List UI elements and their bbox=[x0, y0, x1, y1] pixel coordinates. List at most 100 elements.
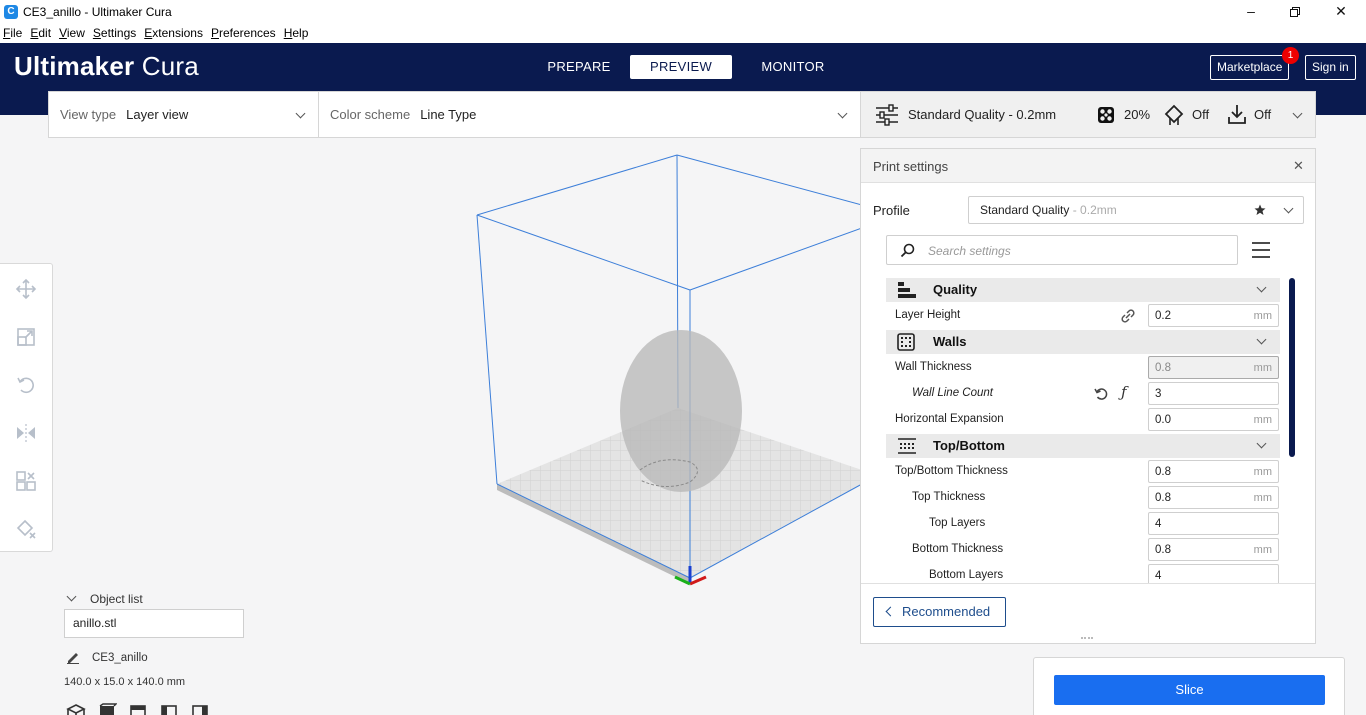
chevron-down-icon bbox=[837, 108, 848, 119]
top-layers-input[interactable]: 4 bbox=[1148, 512, 1279, 535]
top-bottom-thickness-input[interactable]: 0.8 mm bbox=[1148, 460, 1279, 483]
setting-top-bottom-thickness: Top/Bottom Thickness 0.8 mm bbox=[886, 459, 1280, 485]
color-scheme-value: Line Type bbox=[420, 107, 477, 122]
chevron-down-icon bbox=[1283, 203, 1294, 214]
horizontal-expansion-input[interactable]: 0.0 mm bbox=[1148, 408, 1279, 431]
support-value: Off bbox=[1192, 107, 1210, 122]
print-settings-panel: Print settings ✕ Profile Standard Qualit… bbox=[860, 148, 1316, 644]
chevron-left-icon bbox=[885, 606, 896, 617]
right-view-icon[interactable] bbox=[190, 703, 210, 715]
chevron-down-icon bbox=[295, 108, 306, 119]
maximize-button[interactable] bbox=[1272, 0, 1318, 23]
setting-wall-thickness: Wall Thickness 0.8 mm bbox=[886, 355, 1280, 381]
star-icon[interactable] bbox=[1254, 204, 1266, 216]
setting-layer-height: Layer Height 0.2 mm bbox=[886, 303, 1280, 329]
wall-line-count-input[interactable]: 3 bbox=[1148, 382, 1279, 405]
menu-bar: File Edit View Settings Extensions Prefe… bbox=[0, 23, 1366, 43]
window-titlebar: C CE3_anillo - Ultimaker Cura – ✕ bbox=[0, 0, 1366, 23]
view-type-label: View type bbox=[60, 107, 117, 122]
color-scheme-label: Color scheme bbox=[330, 107, 411, 122]
reset-icon[interactable] bbox=[1093, 386, 1109, 402]
settings-scrollbar[interactable] bbox=[1289, 278, 1295, 457]
profile-layer-suffix: - 0.2mm bbox=[1069, 203, 1117, 217]
sign-in-button[interactable]: Sign in bbox=[1305, 55, 1356, 80]
chevron-down-icon bbox=[1256, 438, 1267, 449]
object-list-label: Object list bbox=[90, 592, 143, 606]
function-icon[interactable]: ƒ bbox=[1121, 383, 1127, 401]
job-name[interactable]: CE3_anillo bbox=[92, 652, 148, 664]
support-icon bbox=[1164, 104, 1184, 125]
tab-monitor[interactable]: MONITOR bbox=[742, 55, 844, 79]
minimize-button[interactable]: – bbox=[1228, 0, 1274, 23]
tool-panel bbox=[0, 263, 53, 552]
mirror-tool-icon[interactable] bbox=[15, 422, 37, 444]
view-options-bar: View type Layer view Color scheme Line T… bbox=[48, 91, 861, 138]
panel-resize-handle[interactable] bbox=[1081, 637, 1093, 639]
view-type-value: Layer view bbox=[126, 107, 189, 122]
brand-logo: Ultimaker Cura bbox=[14, 51, 199, 81]
window-title: CE3_anillo - Ultimaker Cura bbox=[23, 4, 172, 19]
print-settings-title: Print settings bbox=[873, 159, 949, 174]
support-blocker-icon[interactable] bbox=[15, 518, 37, 540]
top-thickness-input[interactable]: 0.8 mm bbox=[1148, 486, 1279, 509]
menu-extensions[interactable]: Extensions bbox=[144, 26, 203, 40]
menu-edit[interactable]: Edit bbox=[30, 26, 51, 40]
profile-dropdown[interactable]: Standard Quality - 0.2mm bbox=[968, 196, 1304, 224]
tab-prepare[interactable]: PREPARE bbox=[528, 55, 630, 79]
pencil-icon[interactable] bbox=[66, 650, 80, 664]
scale-tool-icon[interactable] bbox=[15, 326, 37, 348]
view-orientation-buttons bbox=[66, 703, 210, 715]
setting-wall-line-count: Wall Line Count ƒ 3 bbox=[886, 381, 1280, 407]
adhesion-value: Off bbox=[1254, 107, 1272, 122]
category-quality[interactable]: Quality bbox=[886, 278, 1280, 302]
bottom-thickness-input[interactable]: 0.8 mm bbox=[1148, 538, 1279, 561]
category-walls[interactable]: Walls bbox=[886, 330, 1280, 354]
print-setup-selector[interactable]: Standard Quality - 0.2mm 20% Off Off bbox=[860, 91, 1316, 138]
model-anillo[interactable] bbox=[620, 330, 742, 492]
setting-bottom-thickness: Bottom Thickness 0.8 mm bbox=[886, 537, 1280, 563]
search-icon bbox=[900, 243, 915, 258]
rotate-tool-icon[interactable] bbox=[15, 374, 37, 396]
move-tool-icon[interactable] bbox=[15, 278, 37, 300]
menu-file[interactable]: File bbox=[3, 26, 22, 40]
infill-value: 20% bbox=[1124, 107, 1151, 122]
print-settings-footer: Recommended bbox=[861, 583, 1315, 637]
menu-settings[interactable]: Settings bbox=[93, 26, 136, 40]
wall-thickness-input[interactable]: 0.8 mm bbox=[1148, 356, 1279, 379]
model-dimensions: 140.0 x 15.0 x 140.0 mm bbox=[64, 676, 186, 688]
quality-profile-value: Standard Quality - 0.2mm bbox=[908, 107, 1057, 122]
infill-icon bbox=[1098, 107, 1114, 123]
search-placeholder: Search settings bbox=[928, 244, 1011, 258]
recommended-button[interactable]: Recommended bbox=[873, 597, 1006, 627]
left-view-icon[interactable] bbox=[159, 703, 179, 715]
tab-preview[interactable]: PREVIEW bbox=[630, 55, 732, 79]
menu-view[interactable]: View bbox=[59, 26, 85, 40]
menu-help[interactable]: Help bbox=[284, 26, 309, 40]
marketplace-notification-badge: 1 bbox=[1282, 47, 1299, 64]
per-model-settings-icon[interactable] bbox=[15, 470, 37, 492]
adhesion-icon bbox=[1228, 105, 1246, 124]
layer-height-input[interactable]: 0.2 mm bbox=[1148, 304, 1279, 327]
color-scheme-dropdown[interactable]: Color scheme Line Type bbox=[319, 92, 860, 137]
search-settings-input[interactable]: Search settings bbox=[886, 235, 1238, 265]
close-window-button[interactable]: ✕ bbox=[1318, 0, 1364, 23]
link-icon[interactable] bbox=[1120, 308, 1136, 324]
x-axis-indicator bbox=[689, 575, 707, 586]
3d-view-icon[interactable] bbox=[66, 703, 86, 715]
profile-name: Standard Quality bbox=[980, 203, 1070, 217]
profile-label: Profile bbox=[873, 203, 910, 218]
top-view-icon[interactable] bbox=[128, 703, 148, 715]
category-top-bottom[interactable]: Top/Bottom bbox=[886, 434, 1280, 458]
settings-visibility-menu-icon[interactable] bbox=[1251, 241, 1271, 259]
marketplace-button[interactable]: Marketplace bbox=[1210, 55, 1290, 80]
slice-button[interactable]: Slice bbox=[1054, 675, 1325, 705]
object-list-item[interactable]: anillo.stl bbox=[64, 609, 244, 638]
bottom-layers-input[interactable]: 4 bbox=[1148, 564, 1279, 583]
front-view-icon[interactable] bbox=[97, 703, 117, 715]
menu-preferences[interactable]: Preferences bbox=[211, 26, 276, 40]
stage-tabs: PREPARE PREVIEW MONITOR bbox=[528, 55, 844, 79]
view-type-dropdown[interactable]: View type Layer view bbox=[49, 92, 319, 137]
chevron-down-icon bbox=[1292, 108, 1303, 119]
chevron-down-icon bbox=[1256, 282, 1267, 293]
close-icon[interactable]: ✕ bbox=[1293, 158, 1304, 174]
